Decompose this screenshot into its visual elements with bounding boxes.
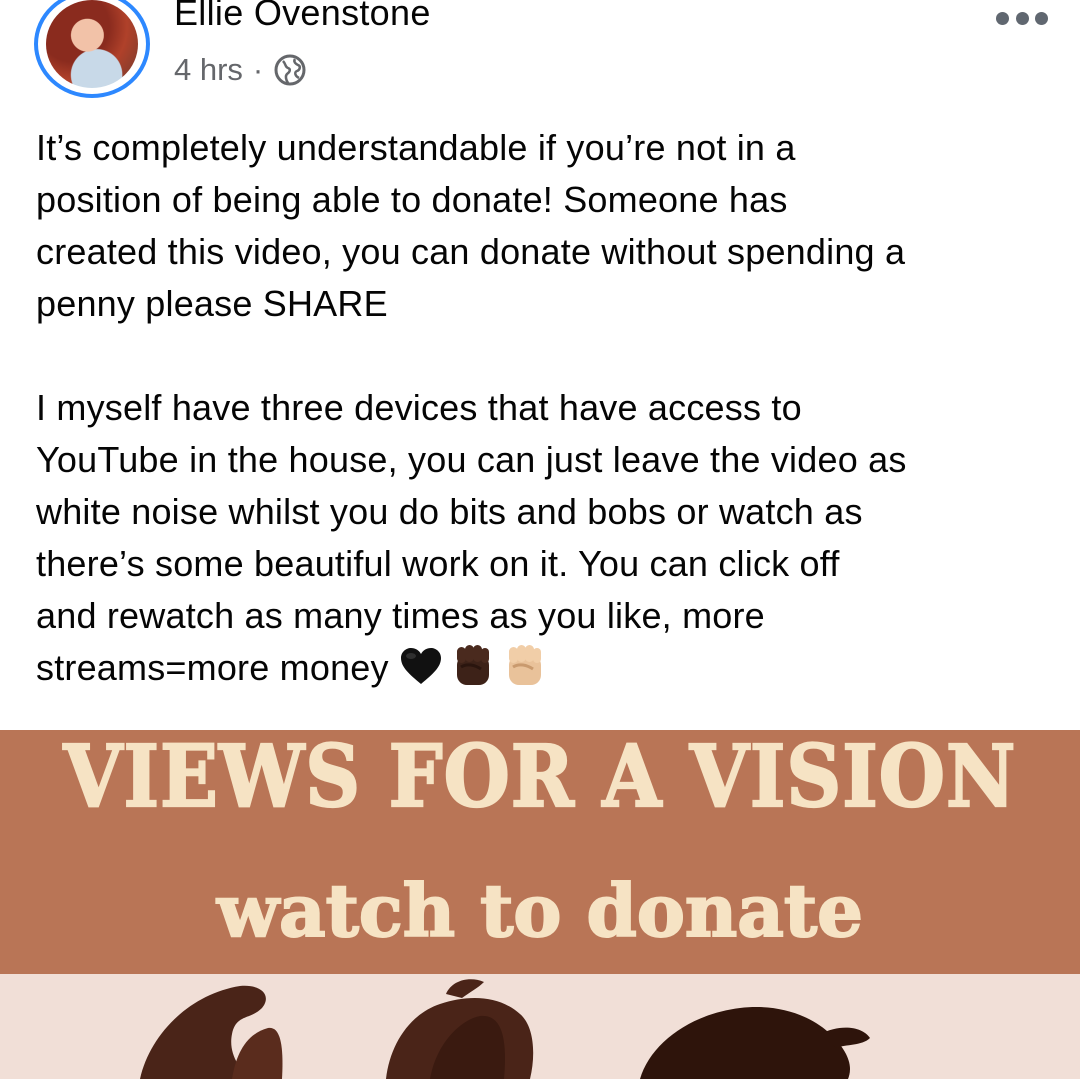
- more-options-icon[interactable]: [996, 6, 1048, 30]
- meta-separator: ·: [252, 52, 264, 87]
- globe-icon[interactable]: [273, 53, 307, 87]
- emoji-row: [399, 643, 547, 689]
- avatar[interactable]: [46, 0, 138, 88]
- post-paragraph-1: It’s completely understandable if you’re…: [36, 127, 906, 324]
- raised-fist-dark-icon: [456, 645, 489, 686]
- post-meta: 4 hrs ·: [174, 52, 307, 88]
- post-paragraph-2: I myself have three devices that have ac…: [36, 382, 1056, 694]
- illustration-figures: [0, 974, 1080, 1079]
- black-heart-icon: [400, 648, 441, 685]
- banner-subtitle: watch to donate: [216, 867, 864, 954]
- author-name[interactable]: Ellie Ovenstone: [174, 0, 431, 34]
- raised-fist-light-icon: [508, 645, 541, 686]
- banner-title: VIEWS FOR A VISION: [63, 730, 1017, 827]
- post-header: Ellie Ovenstone 4 hrs ·: [0, 0, 1080, 110]
- profile-avatar-ring[interactable]: [34, 0, 150, 98]
- post-text: It’s completely understandable if you’re…: [36, 122, 1056, 694]
- more-dot: [1015, 11, 1029, 25]
- post-timestamp[interactable]: 4 hrs: [174, 52, 243, 88]
- more-dot: [996, 11, 1009, 25]
- post-image[interactable]: VIEWS FOR A VISION watch to donate: [0, 730, 1080, 1079]
- more-dot: [1035, 11, 1048, 25]
- image-banner: VIEWS FOR A VISION watch to donate: [0, 730, 1080, 974]
